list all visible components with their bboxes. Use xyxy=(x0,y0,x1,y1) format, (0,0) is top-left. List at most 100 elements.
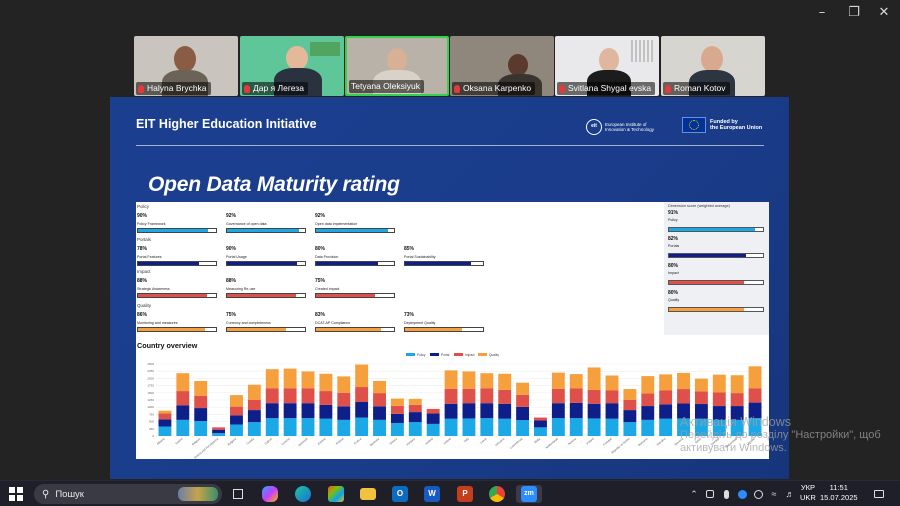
kpi-progress-fill xyxy=(316,262,379,265)
bar-segment-impact xyxy=(605,390,619,404)
bar-segment-impact xyxy=(265,388,279,404)
bar-segment-policy xyxy=(587,418,601,436)
file-explorer-icon[interactable] xyxy=(360,485,376,503)
clock[interactable]: 11:51 15.07.2025 xyxy=(820,483,858,503)
bar-segment-policy xyxy=(569,418,583,436)
microphone-tray-icon[interactable] xyxy=(720,485,732,503)
kpi-name: Portal Usage xyxy=(226,255,247,259)
kpi-card: 90% Policy Framework xyxy=(137,213,217,233)
bar-segment-quality xyxy=(337,376,351,393)
dimension-percent: 82% xyxy=(668,236,679,242)
dimension-progress-fill xyxy=(669,281,745,284)
kpi-percent: 83% xyxy=(315,312,326,318)
copilot-icon[interactable] xyxy=(262,485,278,503)
bar-segment-portal xyxy=(623,410,637,423)
y-tick-label: 1000 xyxy=(147,405,154,409)
search-icon: ⚲ xyxy=(42,488,50,500)
bar-segment-portal xyxy=(408,412,422,423)
bar-segment-policy xyxy=(623,422,637,436)
dimension-name: Impact xyxy=(668,271,679,275)
bar-segment-policy xyxy=(408,422,422,436)
dimension-percent: 91% xyxy=(668,210,679,216)
bar-segment-portal xyxy=(230,415,243,425)
kpi-percent: 85% xyxy=(404,246,415,252)
chevron-up-icon[interactable]: ⌃ xyxy=(688,485,700,503)
kpi-percent: 80% xyxy=(315,246,326,252)
chrome-icon[interactable] xyxy=(489,485,505,503)
kpi-percent: 73% xyxy=(404,312,415,318)
bar-segment-policy xyxy=(319,418,333,436)
participant-tile[interactable]: Roman Kotov xyxy=(661,36,765,96)
bar-segment-policy xyxy=(605,418,619,436)
zoom-tray-icon[interactable] xyxy=(736,485,748,503)
powerpoint-icon[interactable]: P xyxy=(457,485,473,503)
participant-name-label: Tetyana Oleksiyuk xyxy=(349,80,424,93)
camera-tray-icon[interactable] xyxy=(704,485,716,503)
bar-segment-impact xyxy=(212,427,226,430)
bar-segment-impact xyxy=(426,408,440,414)
notification-icon[interactable] xyxy=(872,485,886,503)
bar-segment-impact xyxy=(498,389,512,404)
bar-segment-quality xyxy=(569,374,583,389)
y-tick-label: 0 xyxy=(152,434,154,438)
bar-segment-quality xyxy=(605,375,619,391)
participant-name-label: Roman Kotov xyxy=(663,82,730,95)
kpi-progress-fill xyxy=(138,229,209,232)
y-tick-label: 2250 xyxy=(147,369,154,373)
taskbar-search-box[interactable]: ⚲ Пошук xyxy=(34,484,222,504)
bar-segment-impact xyxy=(355,387,369,403)
bar-segment-quality xyxy=(641,376,655,394)
edge-icon[interactable] xyxy=(295,485,311,503)
kpi-percent: 88% xyxy=(137,278,148,284)
bar-segment-policy xyxy=(337,419,351,436)
language-indicator[interactable]: УКР UKR xyxy=(800,483,816,503)
y-tick-label: 2000 xyxy=(147,376,154,380)
participant-name-label: Halyna Brychka xyxy=(136,82,211,95)
bar-segment-quality xyxy=(712,374,726,393)
start-button[interactable] xyxy=(8,485,24,503)
participant-tile[interactable]: Oksana Karpenko xyxy=(450,36,554,96)
bar-segment-quality xyxy=(587,367,601,390)
legend-swatch-impact xyxy=(454,353,463,356)
security-tray-icon[interactable] xyxy=(752,485,764,503)
restore-icon[interactable]: ❐ xyxy=(844,4,864,22)
bar-segment-policy xyxy=(265,418,279,436)
bar-segment-portal xyxy=(426,413,440,424)
bar-segment-quality xyxy=(623,389,637,400)
x-tick-label: Netherlands xyxy=(545,436,560,449)
volume-icon[interactable]: ♬ xyxy=(784,485,796,503)
bar-segment-portal xyxy=(516,406,530,421)
word-icon[interactable]: W xyxy=(424,485,440,503)
section-label-impact: Impact xyxy=(137,269,151,274)
bar-segment-impact xyxy=(623,400,637,411)
bar-segment-impact xyxy=(712,392,726,407)
participant-tile[interactable]: Дар я Легеза xyxy=(240,36,344,96)
y-tick-label: 1250 xyxy=(147,398,154,402)
wifi-icon[interactable]: ≈ xyxy=(768,485,780,503)
zoom-app-icon[interactable]: zm xyxy=(516,485,542,503)
section-label-quality: Quality xyxy=(137,303,152,308)
bar-segment-impact xyxy=(337,392,351,407)
legend-label-portal: Portal xyxy=(441,353,450,357)
bar-segment-impact xyxy=(194,395,208,409)
kpi-progress-bar xyxy=(226,261,306,266)
participant-tile[interactable]: Svitlana Shygal evska xyxy=(555,36,659,96)
dashboard-screenshot: Policy 90% Policy Framework 92% Governance o… xyxy=(136,202,769,459)
kpi-name: Strategic Awareness xyxy=(137,287,170,291)
store-icon[interactable] xyxy=(328,485,344,503)
x-tick-label: Cyprus xyxy=(264,436,274,445)
participant-tile-active-speaker[interactable]: Tetyana Oleksiyuk xyxy=(345,36,449,96)
close-icon[interactable]: ✕ xyxy=(874,4,894,22)
outlook-icon[interactable]: O xyxy=(392,485,408,503)
task-view-icon[interactable] xyxy=(230,485,246,503)
participant-tile[interactable]: Halyna Brychka xyxy=(134,36,238,96)
minimize-icon[interactable]: – xyxy=(812,4,832,22)
dimension-progress-bar xyxy=(668,253,764,258)
x-tick-label: Belgium xyxy=(191,436,202,446)
dimension-score-impact: 80% Impact xyxy=(668,263,764,285)
bar-segment-policy xyxy=(158,426,172,436)
bar-segment-quality xyxy=(659,374,673,391)
kpi-progress-bar xyxy=(315,293,395,298)
x-tick-label: Luxembourg xyxy=(509,436,524,449)
kpi-percent: 86% xyxy=(137,312,148,318)
